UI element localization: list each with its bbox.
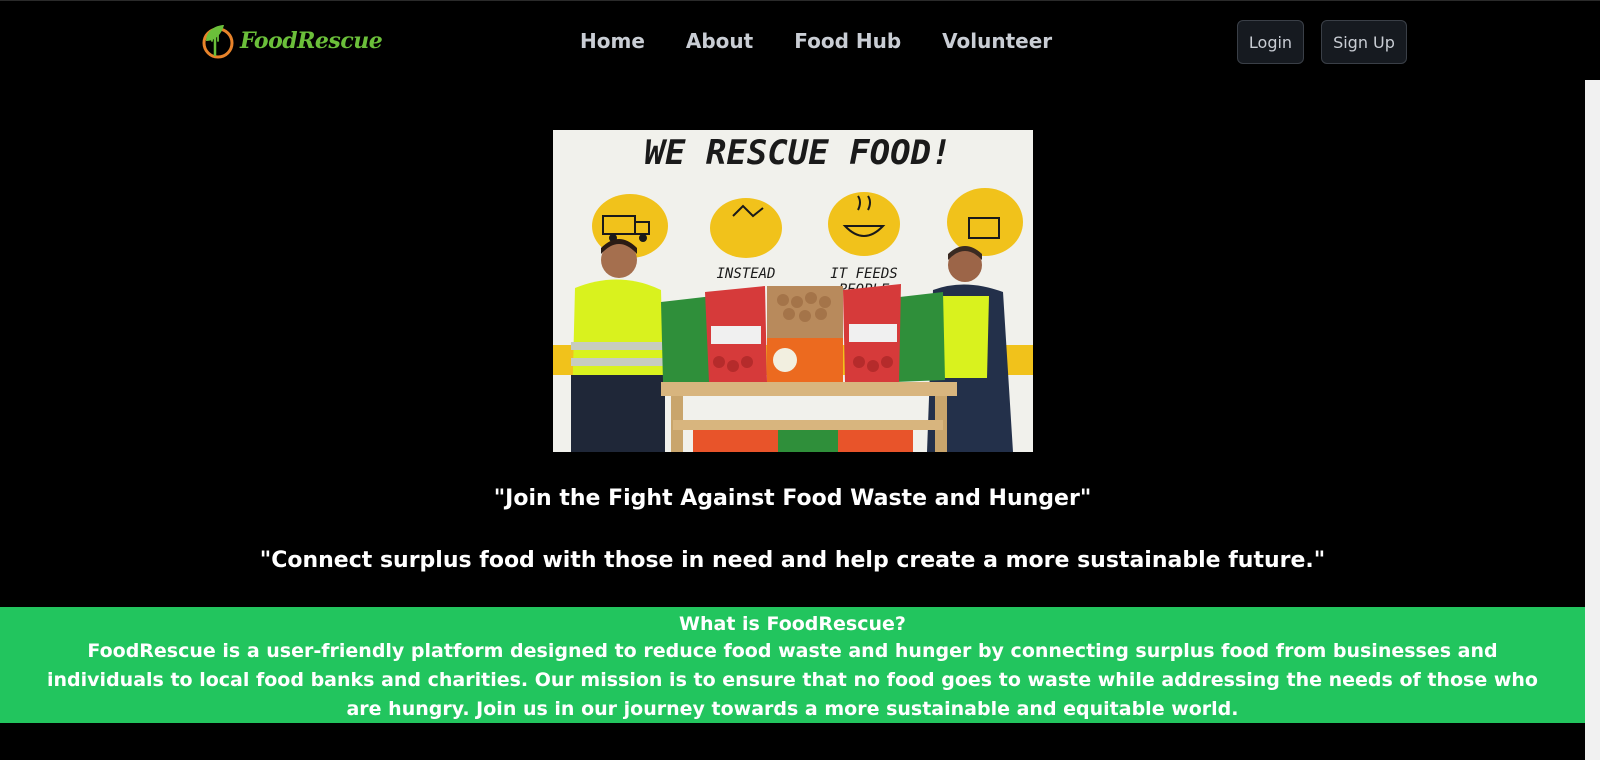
about-title: What is FoodRescue?	[679, 613, 906, 635]
leaf-fork-logo-icon	[202, 25, 234, 59]
about-section: What is FoodRescue? FoodRescue is a user…	[0, 607, 1585, 723]
sign-title: WE RESCUE FOOD!	[644, 133, 951, 173]
login-button[interactable]: Login	[1237, 20, 1304, 64]
page-scrollbar[interactable]	[1585, 80, 1600, 760]
top-navbar: FoodRescue Home About Food Hub Volunteer…	[0, 0, 1600, 80]
hero-image: WE RESCUE FOOD! INSTEAD IT FEEDS PEOPLE	[553, 130, 1033, 452]
hero-tagline-secondary: "Connect surplus food with those in need…	[259, 548, 1326, 573]
nav-home[interactable]: Home	[580, 29, 645, 53]
nav-food-hub[interactable]: Food Hub	[794, 29, 901, 53]
logo[interactable]: FoodRescue	[198, 21, 383, 61]
signup-button[interactable]: Sign Up	[1321, 20, 1407, 64]
main-nav: Home About Food Hub Volunteer	[580, 29, 1093, 53]
sign-caption-1: INSTEAD	[716, 266, 775, 282]
food-rescue-photo: WE RESCUE FOOD! INSTEAD IT FEEDS PEOPLE	[553, 130, 1033, 452]
about-description: FoodRescue is a user-friendly platform d…	[47, 640, 1538, 720]
nav-about[interactable]: About	[686, 29, 753, 53]
sign-caption-2: IT FEEDS	[830, 266, 897, 282]
hero-tagline-primary: "Join the Fight Against Food Waste and H…	[493, 486, 1092, 511]
nav-volunteer[interactable]: Volunteer	[942, 29, 1052, 53]
logo-text: FoodRescue	[240, 28, 383, 54]
